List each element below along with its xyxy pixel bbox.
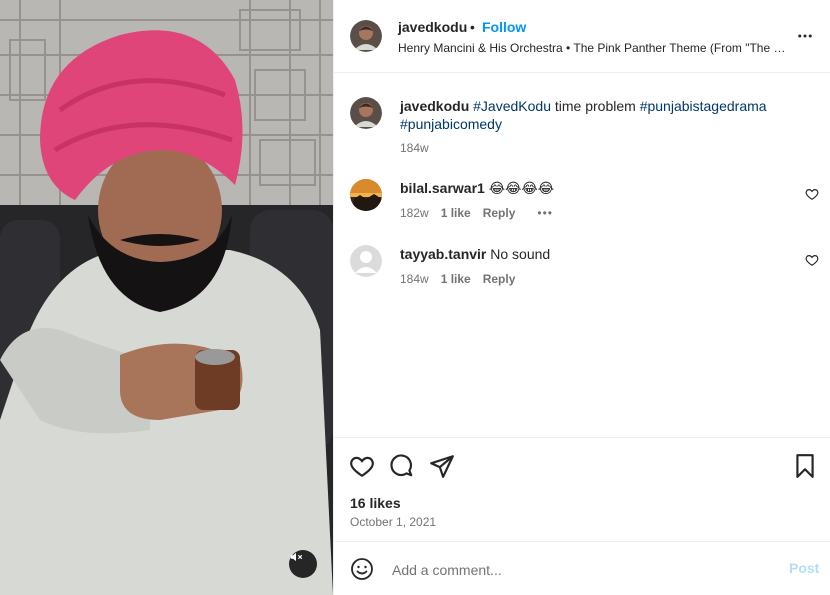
video-frame xyxy=(0,0,333,595)
caption-username[interactable]: javedkodu xyxy=(400,98,469,114)
reply-button[interactable]: Reply xyxy=(483,272,516,286)
avatar-image xyxy=(350,179,382,211)
comment-meta: 184w 1 like Reply xyxy=(400,272,515,286)
post-comment-button[interactable]: Post xyxy=(789,560,819,576)
comment-likes[interactable]: 1 like xyxy=(441,272,471,286)
caption-text: time problem xyxy=(554,98,636,114)
comment-body: No sound xyxy=(490,246,551,262)
post-date[interactable]: October 1, 2021 xyxy=(350,515,436,529)
hashtag-link[interactable]: #JavedKodu xyxy=(473,98,551,114)
follow-button[interactable]: Follow xyxy=(482,19,526,35)
comment-body: 😂😂😂😂 xyxy=(488,180,555,196)
paper-plane-icon[interactable] xyxy=(429,453,455,479)
comment-likes[interactable]: 1 like xyxy=(441,206,471,220)
avatar-image xyxy=(350,97,382,129)
comment-like-icon[interactable] xyxy=(805,187,819,201)
comment-time[interactable]: 184w xyxy=(400,272,429,286)
post-panel: javedkodu • Follow Henry Mancini & His O… xyxy=(333,0,830,595)
comment-username[interactable]: tayyab.tanvir xyxy=(400,246,486,262)
likes-count[interactable]: 16 likes xyxy=(350,495,401,511)
hashtag-link[interactable]: #punjabicomedy xyxy=(400,116,502,132)
default-avatar-icon xyxy=(350,245,382,277)
comment-meta: 182w 1 like Reply ••• xyxy=(400,206,553,220)
reply-button[interactable]: Reply xyxy=(483,206,516,220)
comment-input[interactable] xyxy=(390,554,754,586)
comment-composer: Post xyxy=(334,541,830,595)
comment-username[interactable]: bilal.sarwar1 xyxy=(400,180,485,196)
post-video[interactable] xyxy=(0,0,333,595)
emoji-smile-icon[interactable] xyxy=(350,557,374,581)
header-separator: • xyxy=(470,19,475,35)
speaker-muted-icon xyxy=(290,552,303,562)
author-username[interactable]: javedkodu xyxy=(398,19,467,35)
author-avatar[interactable] xyxy=(350,20,382,52)
comment-bubble-icon[interactable] xyxy=(389,453,415,479)
caption-avatar[interactable] xyxy=(350,97,382,129)
avatar-image xyxy=(350,20,382,52)
more-horizontal-icon[interactable] xyxy=(796,27,814,45)
audio-toggle-button[interactable] xyxy=(289,550,317,578)
comment-options-button[interactable]: ••• xyxy=(537,206,553,220)
hashtag-link[interactable]: #punjabistagedrama xyxy=(640,98,767,114)
commenter-avatar[interactable] xyxy=(350,179,382,211)
comment-time[interactable]: 182w xyxy=(400,206,429,220)
comment-text: bilal.sarwar1 😂😂😂😂 xyxy=(400,180,554,197)
caption-timestamp[interactable]: 184w xyxy=(400,141,429,155)
commenter-avatar[interactable] xyxy=(350,245,382,277)
comment-like-icon[interactable] xyxy=(805,253,819,267)
post-caption: javedkodu #JavedKodu time problem #punja… xyxy=(400,97,780,133)
bookmark-icon[interactable] xyxy=(792,453,818,479)
audio-track-link[interactable]: Henry Mancini & His Orchestra • The Pink… xyxy=(398,41,788,55)
comment-text: tayyab.tanvir No sound xyxy=(400,246,550,262)
post-header: javedkodu • Follow Henry Mancini & His O… xyxy=(334,0,830,73)
post-actions: 16 likes October 1, 2021 xyxy=(334,437,830,541)
heart-icon[interactable] xyxy=(349,453,375,479)
